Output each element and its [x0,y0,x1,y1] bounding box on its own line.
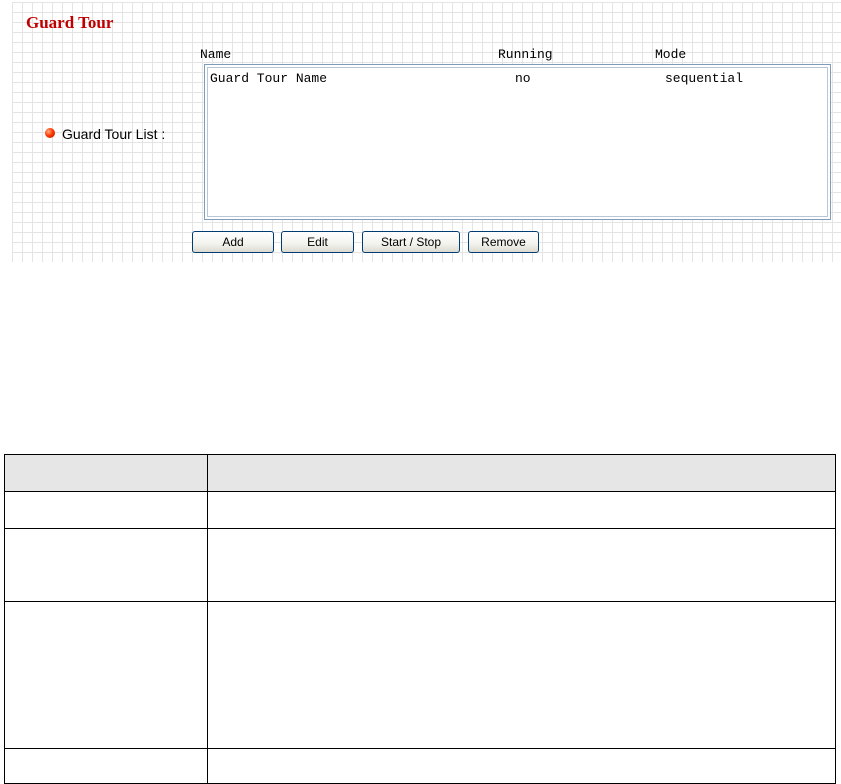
guard-tour-listbox[interactable]: Guard Tour Name no sequential [204,64,831,220]
table-cell [4,491,208,529]
guard-tour-list-label: Guard Tour List : [62,126,166,142]
list-item-name: Guard Tour Name [210,71,328,86]
table-row [4,601,836,749]
column-header-mode: Mode [655,47,687,62]
guard-tour-panel: Guard Tour Name Running Mode Guard Tour … [12,2,841,262]
list-item-mode: sequential [665,71,744,86]
table-header-row [4,454,836,492]
table-cell [207,528,836,602]
table-header-cell [4,454,208,492]
column-header-running: Running [498,47,553,62]
description-table [4,454,836,784]
table-cell [4,601,208,749]
start-stop-button[interactable]: Start / Stop [362,231,460,253]
table-row [4,748,836,784]
list-item-running: no [515,71,531,86]
table-cell [207,601,836,749]
table-row [4,491,836,529]
remove-button[interactable]: Remove [468,231,539,253]
column-header-name: Name [200,47,232,62]
listbox-inner-frame [207,67,828,217]
edit-button[interactable]: Edit [281,231,354,253]
table-row [4,528,836,602]
red-bullet-icon [45,128,55,138]
panel-title: Guard Tour [26,13,114,32]
add-button[interactable]: Add [192,231,274,253]
table-cell [4,528,208,602]
table-header-cell [207,454,836,492]
table-cell [207,491,836,529]
table-cell [4,748,208,784]
table-cell [207,748,836,784]
